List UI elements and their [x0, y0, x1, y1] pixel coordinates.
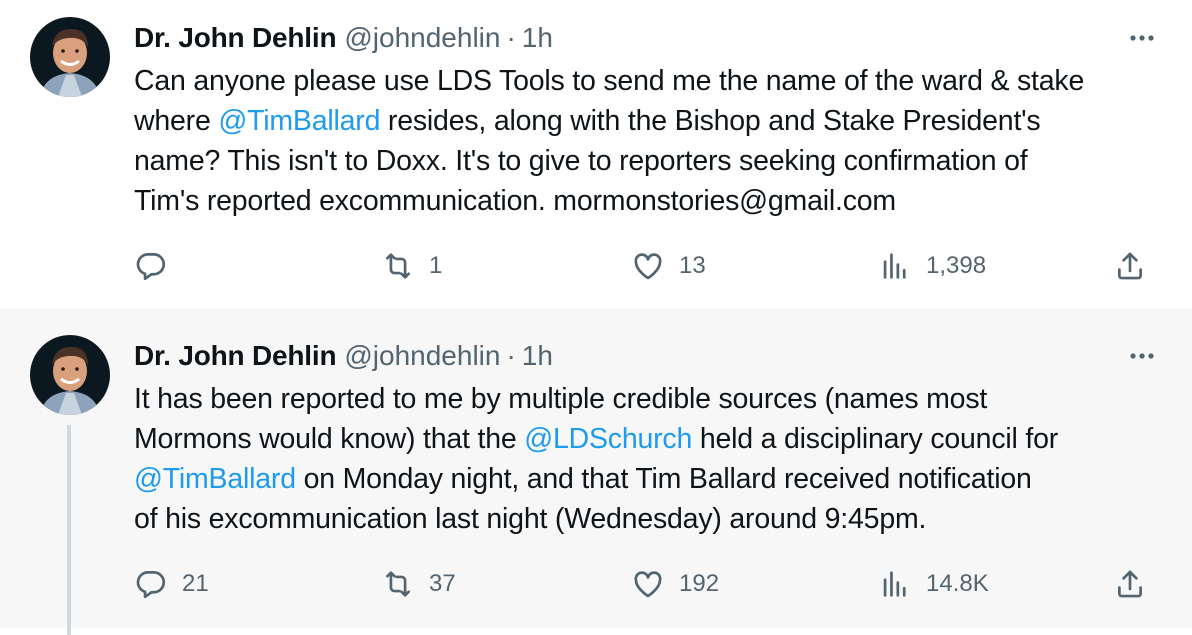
views-chart-icon	[883, 571, 906, 597]
more-horizontal-icon	[1130, 353, 1154, 359]
text-segment: of his excommunication last night (Wedne…	[134, 503, 927, 535]
text-segment: on Monday night, and that Tim Ballard re…	[295, 463, 1032, 495]
reply-icon	[136, 571, 166, 599]
tweet-header: Dr. John Dehlin @johndehlin · 1h	[134, 20, 553, 56]
header-separator: ·	[506, 340, 516, 371]
avatar-photo	[30, 17, 110, 97]
share-button[interactable]	[1113, 246, 1147, 286]
author-handle[interactable]: @johndehlin	[344, 22, 500, 53]
like-button[interactable]: 13	[631, 246, 706, 286]
retweet-count: 37	[429, 570, 456, 597]
text-segment: held a disciplinary council for	[692, 423, 1059, 455]
more-options-button[interactable]	[1124, 20, 1160, 56]
tweet-header: Dr. John Dehlin @johndehlin · 1h	[134, 338, 553, 374]
tweet-timestamp[interactable]: 1h	[522, 340, 553, 371]
tweet-text-line: of his excommunication last night (Wedne…	[134, 499, 1174, 539]
header-separator: ·	[506, 22, 516, 53]
avatar[interactable]	[30, 335, 110, 415]
tweet-text-line: It has been reported to me by multiple c…	[134, 379, 1174, 419]
like-count: 192	[679, 570, 720, 597]
share-icon	[1118, 570, 1142, 598]
reply-button[interactable]	[134, 246, 182, 286]
mention-link[interactable]: @TimBallard	[218, 105, 380, 137]
author-display-name[interactable]: Dr. John Dehlin	[134, 340, 337, 371]
reply-count: 21	[182, 570, 209, 597]
retweet-button[interactable]: 37	[381, 564, 456, 604]
share-button[interactable]	[1113, 564, 1147, 604]
avatar-photo	[30, 335, 110, 415]
tweet-text: It has been reported to me by multiple c…	[134, 379, 1174, 539]
text-segment: where	[134, 105, 219, 137]
reply-button[interactable]: 21	[134, 564, 209, 604]
author-handle[interactable]: @johndehlin	[344, 340, 500, 371]
thread-connector-line	[67, 425, 71, 635]
views-button[interactable]: 1,398	[878, 246, 986, 286]
text-segment: resides, along with the Bishop and Stake…	[380, 105, 1041, 137]
more-options-button[interactable]	[1124, 338, 1160, 374]
tweet-text-line: @TimBallard on Monday night, and that Ti…	[134, 459, 1174, 499]
text-segment: Tim's reported excommunication. mormonst…	[134, 185, 896, 217]
action-bar: 1 13 1,398	[134, 246, 1164, 286]
tweet-text: Can anyone please use LDS Tools to send …	[134, 61, 1174, 221]
action-bar: 21 37 192 14.8K	[134, 564, 1164, 604]
like-button[interactable]: 192	[631, 564, 719, 604]
views-count: 1,398	[926, 252, 987, 279]
mention-link[interactable]: @TimBallard	[134, 463, 296, 495]
reply-icon	[136, 253, 166, 281]
like-count: 13	[679, 252, 706, 279]
tweet-2[interactable]: Dr. John Dehlin @johndehlin · 1h It has bee…	[0, 310, 1192, 635]
tweet-timestamp[interactable]: 1h	[522, 22, 553, 53]
author-display-name[interactable]: Dr. John Dehlin	[134, 22, 337, 53]
retweet-count: 1	[429, 252, 443, 279]
tweet-text-line: Mormons would know) that the @LDSchurch …	[134, 419, 1174, 459]
text-segment: Mormons would know) that the	[134, 423, 525, 455]
tweet-text-line: where @TimBallard resides, along with th…	[134, 101, 1174, 141]
text-segment: Can anyone please use LDS Tools to send …	[134, 65, 1085, 97]
tweet-text-line: name? This isn't to Doxx. It's to give t…	[134, 141, 1174, 181]
heart-icon	[634, 571, 662, 598]
more-horizontal-icon	[1130, 35, 1154, 41]
share-icon	[1118, 252, 1142, 280]
tweet-text-line: Tim's reported excommunication. mormonst…	[134, 181, 1174, 221]
views-button[interactable]: 14.8K	[878, 564, 989, 604]
views-count: 14.8K	[926, 570, 989, 597]
heart-icon	[634, 253, 662, 280]
retweet-button[interactable]: 1	[381, 246, 442, 286]
tweet-text-line: Can anyone please use LDS Tools to send …	[134, 61, 1174, 101]
avatar[interactable]	[30, 17, 110, 97]
mention-link[interactable]: @LDSchurch	[524, 423, 692, 455]
retweet-icon	[386, 253, 410, 279]
views-chart-icon	[883, 253, 906, 279]
text-segment: It has been reported to me by multiple c…	[134, 383, 988, 415]
retweet-icon	[386, 571, 410, 597]
tweet-1[interactable]: Dr. John Dehlin @johndehlin · 1h Can anyone…	[0, 0, 1192, 310]
text-segment: name? This isn't to Doxx. It's to give t…	[134, 145, 1028, 177]
